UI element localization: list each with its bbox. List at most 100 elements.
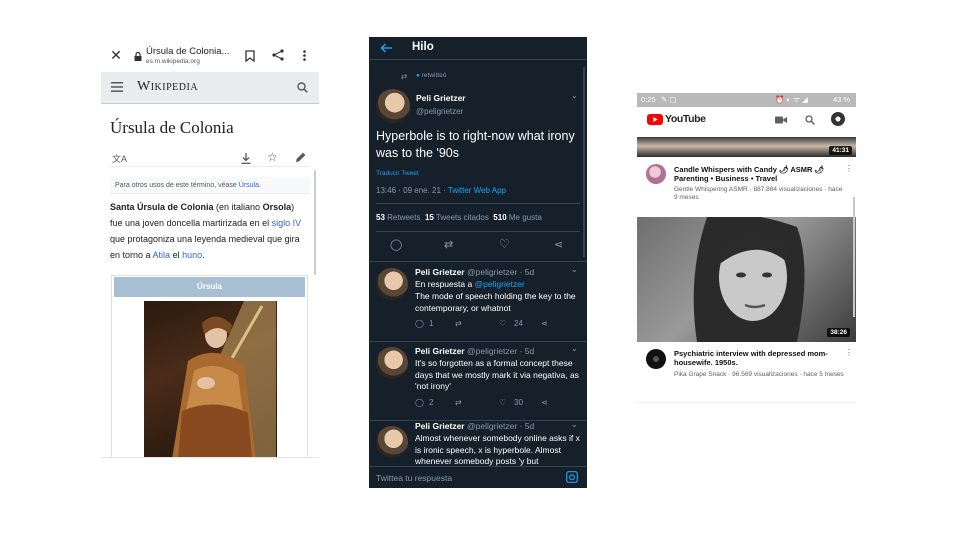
saint-ursula-painting[interactable] [144, 301, 277, 457]
avatar[interactable] [376, 347, 408, 379]
video-thumbnail-top[interactable]: 41:31 [637, 137, 856, 157]
tweet-client[interactable]: Twitter Web App [448, 186, 506, 195]
divider [369, 261, 587, 262]
intro-text: el [170, 250, 183, 260]
signal-icon: ⏰ ◐ ᯤ ◢ [775, 95, 808, 104]
quotes-count[interactable]: 15 [425, 213, 434, 222]
reply-actions: ◯ 1 ⇄ ♡ 24 ⋖ [415, 319, 575, 331]
like-icon[interactable]: ♡ [499, 319, 506, 328]
chevron-down-icon[interactable]: ⌄ [571, 265, 578, 274]
video-title[interactable]: Candle Whispers with Candy 🌶 ASMR 🌶 Pare… [674, 165, 834, 183]
video-title[interactable]: Psychiatric interview with depressed mom… [674, 349, 834, 367]
more-vert-icon[interactable] [300, 48, 308, 62]
bookmark-icon[interactable] [244, 49, 256, 63]
retweet-icon[interactable]: ⇄ [444, 238, 453, 251]
video-item[interactable]: Psychiatric interview with depressed mom… [637, 343, 856, 393]
quotes-label[interactable]: Tweets citados [434, 213, 489, 222]
retweet-icon[interactable]: ⇄ [455, 319, 462, 328]
intro-text: que protagoniza una leyenda medieval que… [110, 234, 300, 260]
download-icon[interactable] [240, 152, 252, 164]
wikipedia-logo[interactable]: Wikipedia [137, 79, 198, 95]
scrollbar[interactable] [853, 197, 855, 317]
avatar[interactable] [376, 426, 408, 458]
account-avatar[interactable] [831, 112, 845, 126]
video-meta: Pika Grape Snack · 96.569 visualizacione… [674, 371, 844, 378]
retweets-label[interactable]: Retweets [385, 213, 420, 222]
author-name[interactable]: Peli Grietzer [416, 93, 466, 103]
translate-link[interactable]: Traducir Tweet [376, 170, 419, 177]
menu-icon[interactable] [111, 82, 123, 92]
link-atila[interactable]: Atila [153, 250, 171, 260]
video-item[interactable]: Candle Whispers with Candy 🌶 ASMR 🌶 Pare… [637, 157, 856, 211]
retweet-icon[interactable]: ⇄ [455, 398, 462, 407]
tweet-meta: 13:46 · 09 ene. 21 · Twitter Web App [376, 186, 506, 195]
infobox: Úrsula [111, 275, 308, 457]
likes-label[interactable]: Me gusta [507, 213, 542, 222]
reply-tweet[interactable]: Peli Grietzer @peligrietzer · 5d ⌄ It's … [369, 342, 587, 420]
reply-header: Peli Grietzer @peligrietzer · 5d [415, 346, 534, 358]
reply-header: Peli Grietzer @peligrietzer · 5d [415, 421, 534, 433]
translate-icon[interactable]: 文A [112, 152, 127, 165]
article-title: Úrsula de Colonia [110, 118, 234, 137]
share-icon[interactable] [271, 48, 285, 62]
reply-input[interactable]: Twittea tu respuesta [376, 473, 452, 483]
star-icon[interactable]: ☆ [267, 150, 278, 164]
reply-icon[interactable]: ◯ [390, 238, 402, 251]
browser-url-bar: ✕ Úrsula de Colonia... es.m.wikipedia.or… [101, 40, 319, 72]
back-arrow-icon[interactable] [379, 41, 393, 55]
channel-avatar[interactable] [646, 164, 666, 184]
video-meta: Gentle Whispering ASMR · 887.884 visuali… [674, 186, 843, 201]
search-icon[interactable] [296, 81, 308, 93]
retweeted-text: retwitteó [421, 72, 447, 79]
reply-body: The mode of speech holding the key to th… [415, 291, 576, 313]
like-icon[interactable]: ♡ [499, 237, 510, 251]
like-count: 24 [514, 319, 523, 328]
hatnote-link[interactable]: Úrsula [239, 182, 259, 189]
close-icon[interactable]: ✕ [109, 47, 123, 63]
search-icon[interactable] [804, 114, 815, 125]
scrollbar[interactable] [583, 67, 585, 257]
reply-to-link[interactable]: @peligrietzer [475, 279, 525, 289]
reply-count: 2 [429, 398, 434, 407]
author-handle[interactable]: @peligrietzer [416, 107, 463, 116]
url-domain[interactable]: es.m.wikipedia.org [146, 58, 200, 65]
compose-bar: Twittea tu respuesta [369, 466, 587, 488]
scrollbar[interactable] [314, 170, 316, 275]
camera-icon[interactable] [566, 471, 578, 483]
more-vert-icon[interactable]: ⋮ [845, 348, 853, 357]
share-icon[interactable]: ⋖ [541, 319, 548, 328]
author-name[interactable]: Peli Grietzer [415, 267, 465, 277]
reply-tweet[interactable]: Peli Grietzer @peligrietzer · 5d ⌄ En re… [369, 263, 587, 341]
chevron-down-icon[interactable]: ⌄ [571, 91, 578, 100]
author-name[interactable]: Peli Grietzer [415, 421, 465, 431]
brand-name[interactable]: YouTube [665, 113, 706, 125]
video-thumbnail[interactable]: 38:26 [637, 217, 856, 342]
likes-count[interactable]: 510 [493, 213, 506, 222]
share-icon[interactable]: ⋖ [554, 238, 563, 251]
channel-avatar[interactable] [646, 349, 666, 369]
reply-icon[interactable]: ◯ [415, 319, 424, 328]
link-siglo-iv[interactable]: siglo IV [272, 218, 302, 228]
reply-tweet[interactable]: Peli Grietzer @peligrietzer · 5d ⌄ Almos… [369, 421, 587, 466]
reply-prefix: En respuesta a [415, 279, 475, 289]
chevron-down-icon[interactable]: ⌄ [571, 421, 578, 429]
chevron-down-icon[interactable]: ⌄ [571, 344, 578, 353]
reply-icon[interactable]: ◯ [415, 398, 424, 407]
author-handle[interactable]: @peligrietzer · 5d [467, 346, 534, 356]
author-name[interactable]: Peli Grietzer [415, 346, 465, 356]
page-title-short[interactable]: Úrsula de Colonia... [146, 46, 229, 57]
retweets-count[interactable]: 53 [376, 213, 385, 222]
cast-camera-icon[interactable] [775, 115, 787, 125]
youtube-screen: 0:25 ✎ ▢ ⏰ ◐ ᯤ ◢ 43 % YouTube 41:31 Cand… [637, 93, 856, 403]
share-icon[interactable]: ⋖ [541, 398, 548, 407]
link-huno[interactable]: huno [182, 250, 202, 260]
author-handle[interactable]: @peligrietzer · 5d [467, 267, 534, 277]
author-handle[interactable]: @peligrietzer · 5d [467, 421, 534, 431]
more-vert-icon[interactable]: ⋮ [845, 164, 853, 173]
bold-term: Santa Úrsula de Colonia [110, 202, 214, 212]
like-icon[interactable]: ♡ [499, 398, 506, 407]
youtube-logo-icon[interactable] [647, 114, 663, 125]
avatar[interactable] [376, 268, 408, 300]
avatar[interactable] [376, 89, 410, 123]
edit-icon[interactable] [294, 151, 306, 163]
